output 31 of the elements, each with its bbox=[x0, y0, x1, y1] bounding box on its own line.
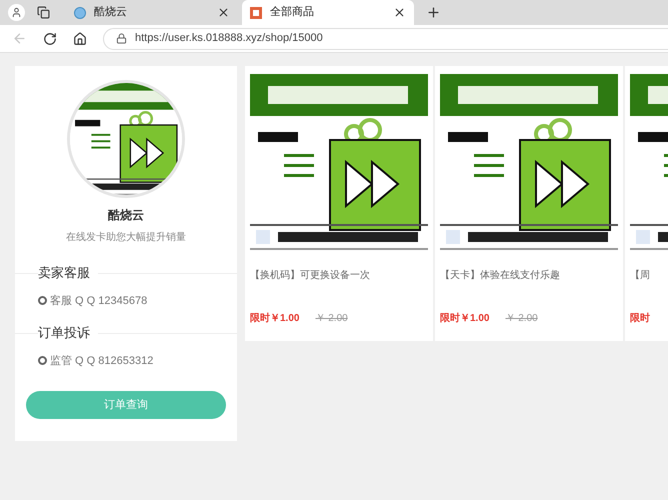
close-icon[interactable] bbox=[393, 6, 406, 19]
url-text: https://user.ks.018888.xyz/shop/15000 bbox=[135, 31, 323, 46]
home-icon[interactable] bbox=[73, 32, 87, 46]
new-tab-icon[interactable] bbox=[426, 5, 441, 20]
sale-price: 限时 bbox=[630, 312, 650, 326]
shop-slogan: 在线发卡助您大幅提升销量 bbox=[66, 230, 186, 245]
reload-icon[interactable] bbox=[43, 32, 57, 46]
close-icon[interactable] bbox=[217, 6, 230, 19]
contact-text: 监管 Q Q 812653312 bbox=[50, 354, 154, 368]
tab-title: 酷烧云 bbox=[94, 5, 128, 20]
browser-tab[interactable]: 酷烧云 bbox=[66, 0, 238, 25]
product-card[interactable]: 【天卡】体验在线支付乐趣 限时￥1.00 ￥ 2.00 bbox=[435, 66, 623, 341]
product-title: 【周 bbox=[630, 268, 650, 283]
product-card[interactable]: 【换机码】可更换设备一次 限时￥1.00 ￥ 2.00 bbox=[245, 66, 433, 341]
workspaces-icon[interactable] bbox=[37, 6, 50, 19]
product-card[interactable]: 【周 限时 bbox=[625, 66, 668, 341]
sale-price: 限时￥1.00 bbox=[440, 312, 490, 326]
product-title: 【天卡】体验在线支付乐趣 bbox=[440, 268, 560, 283]
lock-icon bbox=[116, 33, 127, 44]
contact-text: 客服 Q Q 12345678 bbox=[50, 294, 148, 308]
product-title: 【换机码】可更换设备一次 bbox=[250, 268, 370, 283]
tab-favicon-icon bbox=[74, 6, 86, 18]
browser-tab[interactable]: 全部商品 bbox=[242, 0, 414, 25]
address-bar[interactable]: https://user.ks.018888.xyz/shop/15000 bbox=[103, 28, 668, 50]
tab-favicon-icon bbox=[250, 6, 262, 18]
profile-icon[interactable] bbox=[8, 4, 25, 21]
tab-title: 全部商品 bbox=[270, 4, 315, 20]
original-price: ￥ 2.00 bbox=[315, 312, 348, 326]
shop-name: 酷烧云 bbox=[108, 207, 144, 224]
original-price: ￥ 2.00 bbox=[505, 312, 538, 326]
sale-price: 限时￥1.00 bbox=[250, 312, 300, 326]
